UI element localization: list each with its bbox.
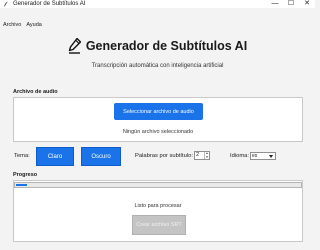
pen-icon [68, 38, 81, 54]
theme-label: Tema: [14, 153, 30, 159]
maximize-button[interactable]: ☐ [283, 0, 299, 8]
language-label: Idioma: [230, 153, 250, 159]
language-select[interactable]: es [250, 152, 276, 160]
menu-ayuda[interactable]: Ayuda [23, 20, 44, 30]
progress-section-label: Progreso [13, 172, 38, 178]
close-button[interactable]: ✕ [299, 0, 315, 8]
audio-panel: Seleccionar archivo de audio Ningún arch… [13, 97, 303, 142]
page-title: Generador de Subtítulos AI [85, 39, 248, 53]
title-bar: Generador de Subtítulos AI — ☐ ✕ [0, 0, 315, 8]
language-value: es [252, 153, 258, 159]
progress-status: Listo para procesar [134, 203, 182, 209]
page-subtitle: Transcripción automática con inteligenci… [91, 63, 224, 69]
progress-panel: Listo para procesar Crear archivo SRT [13, 180, 303, 242]
audio-section-label: Archivo de audio [13, 89, 58, 95]
words-per-subtitle-label: Palabras por subtítulo: [135, 153, 194, 159]
menu-archivo[interactable]: Archivo [0, 20, 23, 30]
select-audio-button[interactable]: Seleccionar archivo de audio [114, 103, 203, 120]
app-header: Generador de Subtítulos AI [0, 34, 315, 58]
spin-arrows-icon[interactable]: ▲ ▼ [204, 151, 209, 159]
chevron-down-icon [269, 155, 273, 158]
words-per-subtitle-spinbox[interactable]: 2 ▲ ▼ [194, 151, 210, 160]
window-title: Generador de Subtítulos AI [13, 1, 86, 7]
audio-file-status: Ningún archivo seleccionado [122, 129, 194, 135]
words-per-subtitle-value: 2 [196, 152, 200, 158]
theme-light-button[interactable]: Claro [36, 147, 74, 166]
app-feather-icon [4, 1, 8, 7]
progress-bar [14, 182, 302, 188]
progress-bar-fill [16, 184, 27, 186]
create-srt-button[interactable]: Crear archivo SRT [132, 215, 186, 235]
minimize-button[interactable]: — [267, 0, 283, 8]
menu-bar: Archivo Ayuda [0, 20, 44, 30]
theme-dark-button[interactable]: Oscuro [81, 147, 121, 166]
